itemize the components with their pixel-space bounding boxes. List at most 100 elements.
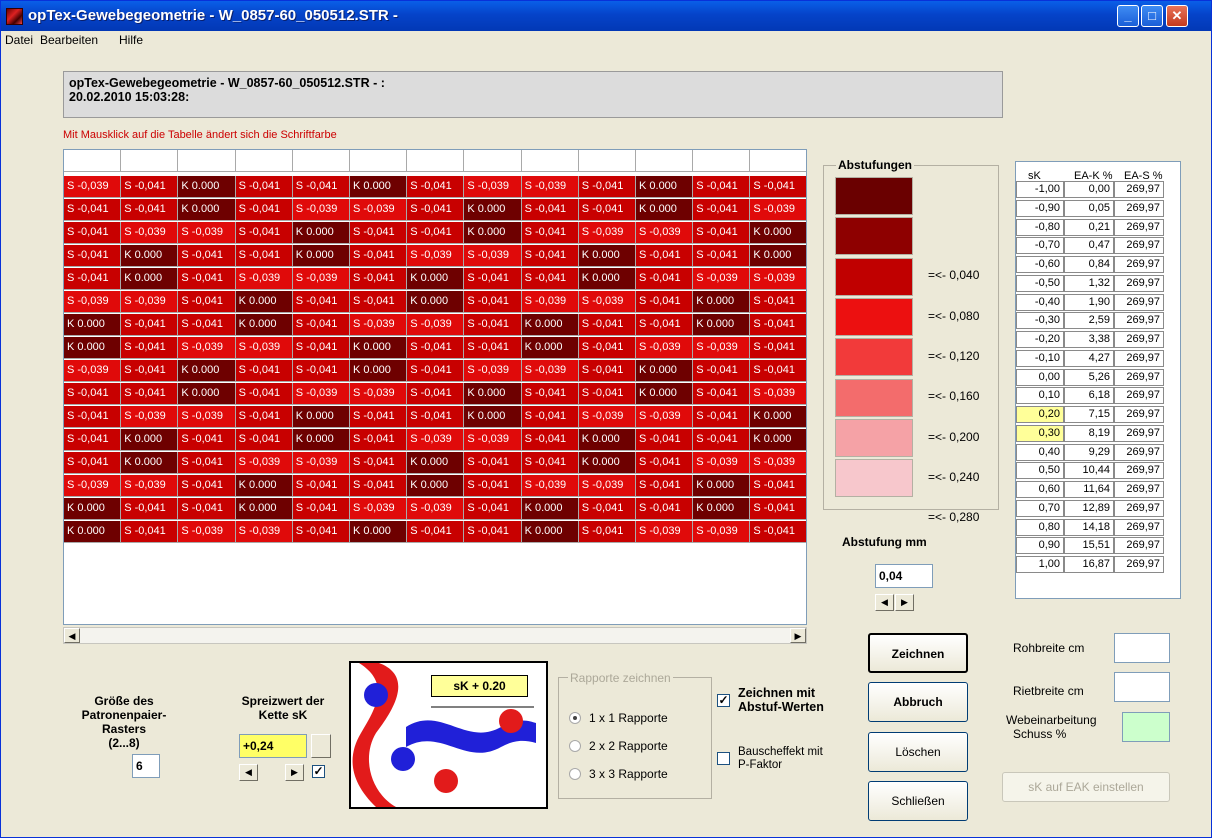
abstufung-up-button[interactable]: ▶ bbox=[895, 594, 914, 611]
grid-header-cell[interactable] bbox=[636, 150, 694, 172]
grid-cell[interactable]: S -0,041 bbox=[235, 406, 293, 428]
eak-row[interactable]: -0,30 2,59 269,97 bbox=[1016, 312, 1166, 330]
eak-row[interactable]: 0,40 9,29 269,97 bbox=[1016, 443, 1166, 461]
grid-cell[interactable]: S -0,041 bbox=[292, 521, 350, 543]
menu-datei[interactable]: Datei bbox=[5, 33, 33, 47]
eak-row[interactable]: -0,50 1,32 269,97 bbox=[1016, 274, 1166, 292]
grid-cell[interactable]: S -0,041 bbox=[521, 222, 579, 244]
grid-cell[interactable]: K 0.000 bbox=[121, 268, 179, 290]
zeichnen-button[interactable]: Zeichnen bbox=[868, 633, 968, 673]
grid-cell[interactable]: S -0,041 bbox=[235, 199, 293, 221]
gradation-swatch[interactable] bbox=[835, 378, 913, 417]
grid-cell[interactable]: S -0,039 bbox=[464, 176, 522, 198]
radio-3x3-label[interactable]: 3 x 3 Rapporte bbox=[589, 767, 668, 781]
groesse-input[interactable]: 6 bbox=[132, 754, 160, 778]
grid-cell[interactable]: K 0.000 bbox=[121, 245, 179, 267]
eak-row[interactable]: -0,70 0,47 269,97 bbox=[1016, 237, 1166, 255]
grid-cell[interactable]: K 0.000 bbox=[636, 176, 694, 198]
bauscheffekt-label[interactable]: Bauscheffekt mit P-Faktor bbox=[738, 746, 823, 772]
grid-cell[interactable]: S -0,039 bbox=[464, 360, 522, 382]
abbruch-button[interactable]: Abbruch bbox=[868, 682, 968, 722]
grid-cell[interactable]: S -0,041 bbox=[178, 314, 236, 336]
grid-cell[interactable]: S -0,039 bbox=[407, 314, 465, 336]
minimize-button[interactable]: _ bbox=[1117, 5, 1139, 27]
menu-bearbeiten[interactable]: Bearbeiten bbox=[40, 33, 98, 47]
radio-1x1[interactable] bbox=[569, 712, 581, 724]
grid-cell[interactable]: K 0.000 bbox=[750, 222, 806, 244]
grid-cell[interactable]: S -0,041 bbox=[636, 475, 694, 497]
grid-cell[interactable]: K 0.000 bbox=[235, 314, 293, 336]
grid-cell[interactable]: S -0,041 bbox=[292, 337, 350, 359]
grid-cell[interactable]: S -0,041 bbox=[350, 475, 408, 497]
grid-cell[interactable]: S -0,041 bbox=[750, 498, 806, 520]
grid-cell[interactable]: S -0,041 bbox=[64, 268, 122, 290]
eak-row[interactable]: -0,20 3,38 269,97 bbox=[1016, 331, 1166, 348]
grid-cell[interactable]: S -0,039 bbox=[521, 475, 579, 497]
grid-cell[interactable]: S -0,039 bbox=[750, 383, 806, 405]
grid-cell[interactable]: S -0,041 bbox=[750, 475, 806, 497]
grid-cell[interactable]: S -0,041 bbox=[292, 475, 350, 497]
grid-cell[interactable]: S -0,041 bbox=[178, 429, 236, 451]
grid-cell[interactable]: S -0,041 bbox=[750, 360, 806, 382]
grid-cell[interactable]: S -0,039 bbox=[121, 406, 179, 428]
grid-cell[interactable]: K 0.000 bbox=[407, 268, 465, 290]
grid-cell[interactable]: S -0,041 bbox=[292, 314, 350, 336]
grid-cell[interactable]: S -0,041 bbox=[464, 452, 522, 474]
grid-cell[interactable]: S -0,041 bbox=[750, 291, 806, 313]
gradation-swatch[interactable] bbox=[835, 177, 913, 215]
grid-cell[interactable]: S -0,041 bbox=[464, 268, 522, 290]
grid-cell[interactable]: S -0,041 bbox=[121, 337, 179, 359]
grid-cell[interactable]: S -0,039 bbox=[292, 199, 350, 221]
grid-cell[interactable]: S -0,041 bbox=[636, 268, 694, 290]
eak-row[interactable]: 0,90 15,51 269,97 bbox=[1016, 537, 1166, 555]
grid-cell[interactable]: S -0,041 bbox=[235, 222, 293, 244]
grid-cell[interactable]: S -0,041 bbox=[64, 383, 122, 405]
grid-cell[interactable]: K 0.000 bbox=[292, 429, 350, 451]
grid-cell[interactable]: K 0.000 bbox=[464, 383, 522, 405]
grid-cell[interactable]: S -0,041 bbox=[178, 291, 236, 313]
grid-cell[interactable]: S -0,041 bbox=[121, 521, 179, 543]
grid-cell[interactable]: S -0,041 bbox=[64, 222, 122, 244]
grid-cell[interactable]: S -0,039 bbox=[292, 383, 350, 405]
grid-cell[interactable]: S -0,041 bbox=[407, 521, 465, 543]
horizontal-scrollbar[interactable]: ◀ ▶ bbox=[63, 627, 807, 644]
zeichnen-abstuf-checkbox[interactable]: ✓ bbox=[717, 694, 730, 707]
grid-cell[interactable]: K 0.000 bbox=[407, 291, 465, 313]
grid-cell[interactable]: S -0,041 bbox=[521, 406, 579, 428]
grid-cell[interactable]: S -0,041 bbox=[407, 337, 465, 359]
grid-cell[interactable]: S -0,039 bbox=[750, 452, 806, 474]
radio-3x3[interactable] bbox=[569, 768, 581, 780]
grid-cell[interactable]: S -0,041 bbox=[750, 337, 806, 359]
grid-cell[interactable]: S -0,041 bbox=[292, 176, 350, 198]
grid-cell[interactable]: K 0.000 bbox=[178, 199, 236, 221]
grid-cell[interactable]: K 0.000 bbox=[693, 314, 751, 336]
menu-hilfe[interactable]: Hilfe bbox=[119, 33, 143, 47]
radio-1x1-label[interactable]: 1 x 1 Rapporte bbox=[589, 711, 668, 725]
grid-cell[interactable]: S -0,039 bbox=[121, 291, 179, 313]
grid-cell[interactable]: K 0.000 bbox=[521, 521, 579, 543]
grid-cell[interactable]: S -0,041 bbox=[407, 222, 465, 244]
grid-cell[interactable]: S -0,039 bbox=[350, 383, 408, 405]
sk-auf-eak-button[interactable]: sK auf EAK einstellen bbox=[1002, 772, 1170, 802]
grid-cell[interactable]: S -0,039 bbox=[636, 406, 694, 428]
grid-cell[interactable]: K 0.000 bbox=[350, 337, 408, 359]
grid-cell[interactable]: K 0.000 bbox=[693, 291, 751, 313]
eak-row[interactable]: 0,10 6,18 269,97 bbox=[1016, 387, 1166, 405]
rohbreite-input[interactable] bbox=[1114, 633, 1170, 663]
grid-cell[interactable]: S -0,041 bbox=[578, 176, 636, 198]
grid-cell[interactable]: S -0,041 bbox=[636, 498, 694, 520]
schliessen-button[interactable]: Schließen bbox=[868, 781, 968, 821]
grid-cell[interactable]: S -0,039 bbox=[750, 199, 806, 221]
grid-cell[interactable]: S -0,039 bbox=[64, 176, 122, 198]
gradation-swatch[interactable] bbox=[835, 257, 913, 296]
grid-cell[interactable]: S -0,041 bbox=[578, 199, 636, 221]
grid-cell[interactable]: S -0,039 bbox=[64, 475, 122, 497]
eak-row[interactable]: 0,50 10,44 269,97 bbox=[1016, 462, 1166, 480]
grid-cell[interactable]: S -0,041 bbox=[64, 199, 122, 221]
grid-cell[interactable]: K 0.000 bbox=[693, 475, 751, 497]
grid-cell[interactable]: S -0,039 bbox=[636, 222, 694, 244]
grid-cell[interactable]: K 0.000 bbox=[235, 498, 293, 520]
grid-cell[interactable]: S -0,039 bbox=[292, 268, 350, 290]
grid-cell[interactable]: S -0,041 bbox=[693, 176, 751, 198]
grid-cell[interactable]: K 0.000 bbox=[521, 498, 579, 520]
